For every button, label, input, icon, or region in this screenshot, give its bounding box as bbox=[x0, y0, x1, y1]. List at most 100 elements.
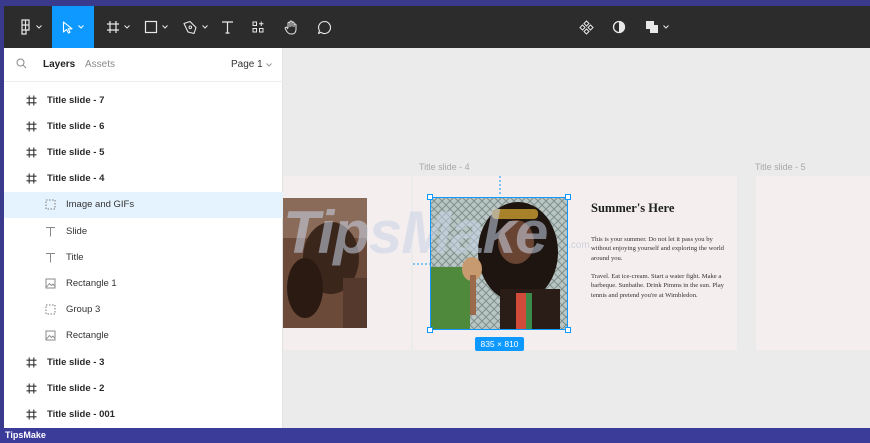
resize-handle-top-right[interactable] bbox=[565, 194, 571, 200]
layer-row[interactable]: Title slide - 3 bbox=[4, 349, 283, 375]
page-selector-label: Page 1 bbox=[231, 59, 263, 70]
hand-icon bbox=[284, 20, 297, 34]
components-grid-icon bbox=[252, 21, 264, 33]
resize-handle-bottom-left[interactable] bbox=[427, 327, 433, 333]
layer-label: Title slide - 5 bbox=[47, 146, 105, 158]
text-icon bbox=[43, 224, 57, 238]
layer-row[interactable]: Title slide - 5 bbox=[4, 139, 283, 165]
layer-row[interactable]: Slide bbox=[4, 218, 283, 244]
text-layer-icon bbox=[45, 252, 55, 263]
chevron-down-icon bbox=[201, 25, 208, 29]
chevron-down-icon bbox=[35, 25, 42, 29]
tab-layers[interactable]: Layers bbox=[43, 59, 75, 70]
frame-hash-icon bbox=[107, 21, 119, 33]
layer-label: Title slide - 6 bbox=[47, 120, 105, 132]
frame-hash-icon bbox=[26, 147, 36, 158]
layer-row[interactable]: Rectangle 1 bbox=[4, 270, 283, 296]
slide-title[interactable]: Summer's Here bbox=[591, 201, 674, 216]
hand-tool-button[interactable] bbox=[280, 6, 302, 48]
boolean-union-icon bbox=[646, 21, 658, 33]
layer-row[interactable]: Image and GIFs bbox=[4, 191, 283, 218]
layer-label: Title slide - 4 bbox=[47, 173, 105, 185]
layer-row[interactable]: Title slide - 7 bbox=[4, 87, 283, 113]
comment-tool-button[interactable] bbox=[313, 6, 335, 48]
frame-icon bbox=[24, 145, 38, 159]
create-component-button[interactable] bbox=[574, 6, 598, 48]
half-circle-icon bbox=[612, 20, 626, 34]
group-icon bbox=[43, 198, 57, 212]
layer-row[interactable]: Title slide - 2 bbox=[4, 375, 283, 401]
image-layer-icon bbox=[45, 278, 55, 289]
layer-label: Rectangle 1 bbox=[66, 277, 117, 289]
boolean-ops-button[interactable] bbox=[641, 6, 673, 48]
figma-logo-icon bbox=[20, 19, 30, 35]
toolbar bbox=[4, 6, 870, 48]
chevron-down-icon bbox=[124, 25, 130, 29]
guide-line-horizontal bbox=[413, 263, 430, 265]
mask-button[interactable] bbox=[607, 6, 631, 48]
cursor-icon bbox=[62, 20, 73, 34]
frame-label-title-slide-5[interactable]: Title slide - 5 bbox=[755, 162, 806, 172]
layer-row[interactable]: Title slide - 001 bbox=[4, 401, 283, 427]
group-dashed-icon bbox=[45, 199, 55, 210]
chevron-down-icon bbox=[265, 62, 272, 67]
move-tool-button[interactable] bbox=[52, 6, 94, 48]
text-icon bbox=[221, 21, 233, 34]
resize-handle-bottom-right[interactable] bbox=[565, 327, 571, 333]
layer-label: Rectangle bbox=[66, 330, 109, 342]
guide-line-vertical bbox=[499, 176, 501, 196]
image-icon bbox=[43, 276, 57, 290]
layer-row[interactable]: Title slide - 4 bbox=[4, 166, 283, 192]
resources-button[interactable] bbox=[247, 6, 269, 48]
frame-title-slide-5[interactable] bbox=[756, 176, 870, 350]
layer-label: Group 3 bbox=[66, 304, 101, 316]
page-selector[interactable]: Page 1 bbox=[231, 59, 272, 70]
group-dashed-icon bbox=[45, 304, 55, 315]
image-icon bbox=[43, 329, 57, 343]
frame-tool-button[interactable] bbox=[100, 6, 136, 48]
frame-icon bbox=[24, 381, 38, 395]
footer-brand: TipsMake bbox=[5, 430, 46, 440]
frame-icon bbox=[24, 172, 38, 186]
comment-bubble-icon bbox=[317, 20, 331, 34]
frame-hash-icon bbox=[26, 121, 36, 132]
search-icon[interactable] bbox=[16, 58, 27, 69]
layer-label: Title slide - 3 bbox=[47, 356, 105, 368]
frame-label-title-slide-4[interactable]: Title slide - 4 bbox=[419, 162, 470, 172]
group-icon bbox=[43, 303, 57, 317]
frame-hash-icon bbox=[26, 357, 36, 367]
selection-box[interactable] bbox=[430, 197, 568, 330]
text-layer-icon bbox=[45, 226, 55, 236]
layer-row[interactable]: Group 3 bbox=[4, 297, 283, 323]
layer-label: Title slide - 7 bbox=[47, 94, 105, 106]
layer-label: Image and GIFs bbox=[66, 199, 135, 211]
layer-label: Title slide - 2 bbox=[47, 382, 105, 394]
layer-row[interactable]: Rectangle bbox=[4, 323, 283, 349]
design-canvas[interactable]: Title slide - 4 Title slide - 5 Summer's… bbox=[283, 48, 870, 428]
frame-hash-icon bbox=[26, 409, 36, 420]
frame-hash-icon bbox=[26, 95, 36, 105]
chevron-down-icon bbox=[162, 25, 168, 29]
layers-panel: Layers Assets Page 1 Title slide - 7 Titl… bbox=[4, 48, 283, 428]
frame-icon bbox=[24, 407, 38, 421]
layer-label: Title slide - 001 bbox=[47, 408, 115, 420]
frame-icon bbox=[24, 355, 38, 369]
slide-paragraph-2[interactable]: Travel. Eat ice-cream. Start a water fig… bbox=[591, 272, 731, 300]
tab-assets[interactable]: Assets bbox=[85, 59, 115, 70]
figma-window: Layers Assets Page 1 Title slide - 7 Titl… bbox=[4, 6, 870, 428]
frame-hash-icon bbox=[26, 383, 36, 394]
layer-row[interactable]: Title slide - 6 bbox=[4, 113, 283, 139]
frame-icon bbox=[24, 93, 38, 107]
text-tool-button[interactable] bbox=[216, 6, 238, 48]
shape-tool-button[interactable] bbox=[138, 6, 174, 48]
frame-hash-icon bbox=[26, 173, 36, 184]
main-menu-button[interactable] bbox=[14, 6, 46, 48]
pen-icon bbox=[182, 20, 197, 34]
footer-bar: TipsMake bbox=[0, 428, 870, 443]
resize-handle-top-left[interactable] bbox=[427, 194, 433, 200]
image-layer-icon bbox=[45, 330, 55, 341]
slide-paragraph-1[interactable]: This is your summer. Do not let it pass … bbox=[591, 235, 731, 263]
dimension-badge: 835 × 810 bbox=[475, 337, 524, 351]
layer-row[interactable]: Title bbox=[4, 244, 283, 270]
pen-tool-button[interactable] bbox=[176, 6, 214, 48]
